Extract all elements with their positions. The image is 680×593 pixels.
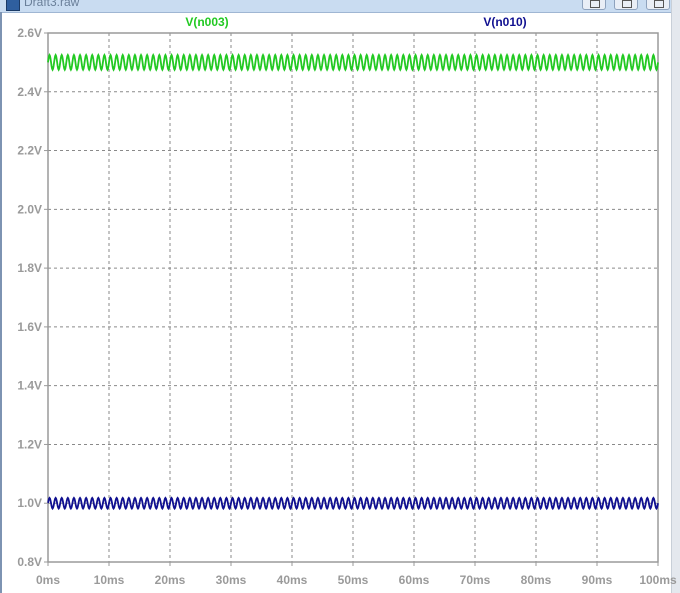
- y-tick-label: 2.6V: [17, 26, 42, 40]
- x-tick-label: 0ms: [36, 573, 60, 587]
- x-tick-label: 10ms: [94, 573, 125, 587]
- x-tick-label: 30ms: [216, 573, 247, 587]
- y-tick-label: 1.4V: [17, 379, 42, 393]
- x-tick-label: 40ms: [277, 573, 308, 587]
- x-tick-label: 20ms: [155, 573, 186, 587]
- y-tick-label: 1.6V: [17, 320, 42, 334]
- x-tick-label: 60ms: [399, 573, 430, 587]
- y-tick-label: 2.2V: [17, 144, 42, 158]
- x-tick-label: 90ms: [582, 573, 613, 587]
- x-tick-label: 70ms: [460, 573, 491, 587]
- x-tick-label: 80ms: [521, 573, 552, 587]
- legend: V(n003) V(n010): [185, 15, 526, 29]
- x-tick-label: 50ms: [338, 573, 369, 587]
- series-line-0[interactable]: [47, 53, 659, 72]
- legend-entry-0[interactable]: V(n003): [185, 15, 228, 29]
- x-tick-label: 100ms: [639, 573, 677, 587]
- y-axis-ticks: 2.6V 2.4V 2.2V 2.0V 1.8V 1.6V 1.4V 1.2V 1.0V 0.8V: [17, 26, 48, 569]
- y-tick-label: 1.0V: [17, 496, 42, 510]
- x-axis-ticks: 0ms 10ms 20ms 30ms 40ms 50ms 60ms 70ms 80ms 90ms 1…: [36, 562, 677, 587]
- waveform-plot[interactable]: 2.6V 2.4V 2.2V 2.0V 1.8V 1.6V 1.4V 1.2V 1.0V 0.8V…: [0, 0, 680, 593]
- y-tick-label: 0.8V: [17, 555, 42, 569]
- legend-entry-1[interactable]: V(n010): [483, 15, 526, 29]
- y-tick-label: 1.2V: [17, 437, 42, 451]
- series-line-1[interactable]: [47, 496, 659, 511]
- y-tick-label: 2.0V: [17, 202, 42, 216]
- y-tick-label: 2.4V: [17, 85, 42, 99]
- grid-lines: [48, 33, 658, 562]
- y-tick-label: 1.8V: [17, 261, 42, 275]
